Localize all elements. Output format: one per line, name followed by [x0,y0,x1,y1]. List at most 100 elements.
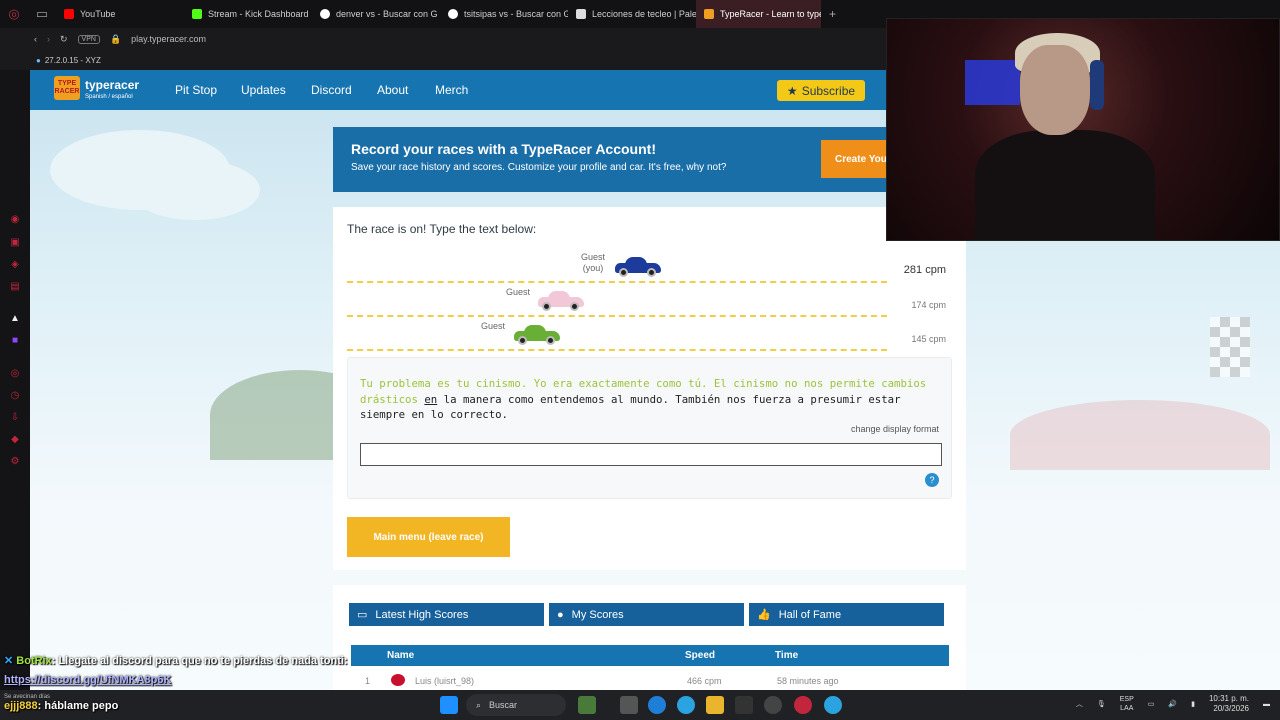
taskbar-search[interactable]: ⌕ Buscar [466,694,566,716]
account-promo-banner: Record your races with a TypeRacer Accou… [333,127,901,192]
back-icon[interactable]: ‹ [34,34,37,44]
kick-icon [192,9,202,19]
column-time: Time [775,650,799,661]
webcam-background-monitor [965,60,1020,105]
windows-start-icon[interactable] [440,696,458,714]
opera-icon[interactable] [794,696,812,714]
extension-label[interactable]: 27.2.0.15 - XYZ [45,56,101,65]
messenger-icon[interactable]: ◈ [9,259,21,271]
extension-icon[interactable]: ● [36,56,41,65]
file-explorer-icon[interactable] [706,696,724,714]
race-title: The race is on! Type the text below: [347,222,537,236]
subscribe-label: Subscribe [801,83,856,98]
search-icon: ⌕ [476,699,482,710]
race-lane-guest-3 [347,349,887,351]
change-display-format-link[interactable]: change display format [851,424,939,434]
tab-google-tsitsipas[interactable]: tsitsipas vs - Buscar con G [440,0,568,28]
new-tab-button[interactable]: + [821,7,844,21]
telegram-icon[interactable] [677,696,695,714]
page-icon [576,9,586,19]
chevron-up-icon[interactable]: ︿ [1076,699,1083,709]
arrow-icon[interactable]: ▲ [9,313,21,325]
widgets-icon[interactable] [578,696,596,714]
tab-typeracer[interactable]: TypeRacer - Learn to type [696,0,821,28]
webcam-streamer-face [1020,45,1090,135]
logo-subtitle: Spanish / español [85,94,133,100]
reload-icon[interactable]: ↻ [60,34,68,45]
browser-menu-icon[interactable]: ◎ [0,0,28,28]
url-field[interactable]: play.typeracer.com [131,34,206,44]
cpm-guest-2: 174 cpm [911,300,946,310]
network-icon[interactable]: ▭ [1148,700,1155,708]
nav-updates[interactable]: Updates [241,83,286,97]
nav-discord[interactable]: Discord [311,83,352,97]
microphone-icon[interactable]: 🎙 [1097,700,1106,708]
chat-text-bold: nada tonti: [291,655,348,667]
finish-flag-decoration [1210,317,1250,377]
logo-name: typeracer [85,78,140,92]
forward-icon[interactable]: › [47,34,50,44]
tab-my-scores[interactable]: ● My Scores [549,603,744,626]
browser-sidebar: ◉ ▣ ◈ ▤ ▲ ■ ◎ ◷ ⇩ ◆ ⚙ [0,70,30,690]
tab-kick[interactable]: Stream - Kick Dashboard [184,0,312,28]
youtube-icon [64,9,74,19]
notification-icon[interactable]: ▬ [1263,701,1270,708]
cube-icon[interactable]: ◆ [9,434,21,446]
passage-current-word: en [424,392,438,406]
race-panel: The race is on! Type the text below: Gue… [333,207,966,570]
tab-overview-icon[interactable]: ▭ [28,0,56,28]
typing-input[interactable] [360,443,942,466]
time-cell: 58 minutes ago [777,676,839,686]
discord-link[interactable]: https://discord.gg/UfNMKA8p6K [4,674,171,686]
user-icon: ● [557,608,564,621]
player-icon[interactable]: ◎ [9,368,21,380]
chat-text: : Llegate al discord para que no te pier… [51,655,289,667]
tab-youtube[interactable]: YouTube [56,0,184,28]
google-icon [320,9,330,19]
subscribe-button[interactable]: ★ Subscribe [777,80,865,101]
speed-dial-icon[interactable]: ◉ [9,214,21,226]
settings-icon[interactable]: ⚙ [9,456,21,468]
star-icon: ★ [786,83,798,98]
clock-icon[interactable]: ◷ [9,390,21,402]
help-icon[interactable]: ? [925,473,939,487]
twitch-icon[interactable]: ■ [9,335,21,347]
tab-latest-high-scores[interactable]: ▭ Latest High Scores [349,603,544,626]
telegram-notification-icon[interactable] [824,696,842,714]
stream-chat-overlay: ✕ BotRix: Llegate al discord para que no… [0,654,460,690]
main-menu-leave-race-button[interactable]: Main menu (leave race) [347,517,510,557]
download-icon[interactable]: ⇩ [9,412,21,424]
car-guest-2 [538,291,584,311]
epic-games-icon[interactable] [735,696,753,714]
race-passage: Tu problema es tu cinismo. Yo era exacta… [360,376,940,423]
volume-icon[interactable]: 🔊 [1168,700,1177,708]
chat-username: BotRix [16,655,52,667]
language-indicator[interactable]: ESP LAA [1120,695,1134,713]
chat-message: ✕ BotRix: Llegate al discord para que no… [4,654,348,667]
edge-icon[interactable] [648,696,666,714]
nav-about[interactable]: About [377,83,408,97]
promo-title: Record your races with a TypeRacer Accou… [351,141,656,157]
bag-icon[interactable]: ▣ [9,237,21,249]
nav-pit-stop[interactable]: Pit Stop [175,83,217,97]
taskbar-clock[interactable]: 10:31 p. m. 20/3/2026 [1209,694,1249,714]
tab-lecciones[interactable]: Lecciones de tecleo | Pale [568,0,696,28]
google-icon [448,9,458,19]
typeracer-logo[interactable]: TYPE RACER typeracer Spanish / español [54,76,139,100]
vpn-badge[interactable]: VPN [77,34,100,44]
history-icon[interactable]: ▤ [9,281,21,293]
logo-badge: TYPE RACER [54,76,80,100]
chat-message: ejjj888: háblame pepo [4,700,118,712]
chrome-icon[interactable] [764,696,782,714]
task-view-icon[interactable] [620,696,638,714]
system-tray: ︿ 🎙 ESP LAA ▭ 🔊 ▮ 10:31 p. m. 20/3/2026 … [1076,694,1270,714]
tab-hall-of-fame[interactable]: 👍 Hall of Fame [749,603,944,626]
tab-google-denver[interactable]: denver vs - Buscar con G [312,0,440,28]
racer-name-you: Guest (you) [581,252,606,273]
nav-merch[interactable]: Merch [435,83,468,97]
monitor-icon: ▭ [357,609,368,621]
battery-icon[interactable]: ▮ [1191,700,1195,708]
search-label: Buscar [489,700,518,710]
column-speed: Speed [685,650,716,661]
race-lane-guest-2 [347,315,887,317]
